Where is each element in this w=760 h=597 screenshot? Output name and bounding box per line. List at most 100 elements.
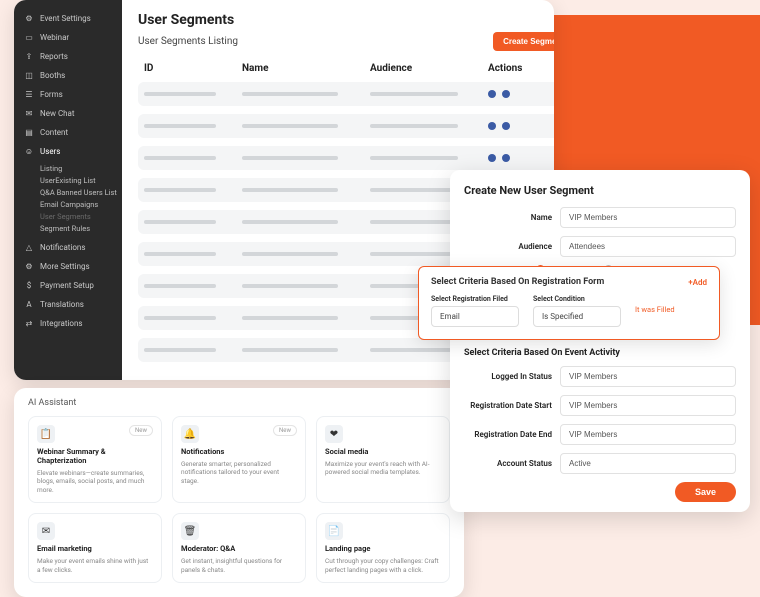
new-pill: New (129, 425, 153, 436)
activity-field[interactable] (560, 395, 736, 416)
sidebar-sub-banned[interactable]: Q&A Banned Users List (14, 188, 122, 197)
monitor-icon: ▭ (24, 33, 34, 43)
ai-card-icon: 📄 (325, 522, 343, 540)
ai-card[interactable]: 🗑Moderator: Q&AGet instant, insightful q… (172, 513, 306, 583)
activity-field[interactable] (560, 366, 736, 387)
skeleton (144, 348, 216, 352)
sidebar-sub-segment-rules[interactable]: Segment Rules (14, 224, 122, 233)
reg-cond-select[interactable]: Is Specified (533, 306, 621, 327)
col-id: ID (144, 63, 234, 74)
sidebar-item-label: Notifications (40, 243, 85, 252)
ai-card[interactable]: 🔔NewNotificationsGenerate smarter, perso… (172, 416, 306, 503)
bell-icon: △ (24, 243, 34, 253)
sidebar-item-translations[interactable]: ATranslations (14, 296, 122, 313)
activity-label: Registration Date Start (464, 401, 552, 410)
chart-icon: ⇪ (24, 52, 34, 62)
ai-card[interactable]: 📋NewWebinar Summary & ChapterizationElev… (28, 416, 162, 503)
page-subtitle: User Segments Listing (138, 36, 238, 47)
skeleton (242, 316, 338, 320)
settings2-icon: ⚙ (24, 262, 34, 272)
skeleton (144, 124, 216, 128)
reg-filled-note: It was Filled (635, 305, 675, 318)
ai-assistant-panel: AI Assistant 📋NewWebinar Summary & Chapt… (14, 388, 464, 597)
sidebar-sub-userexisting[interactable]: UserExisting List (14, 176, 122, 185)
save-button[interactable]: Save (675, 482, 736, 502)
skeleton (370, 156, 458, 160)
sidebar-item-label: Integrations (40, 319, 83, 328)
form-icon: ☰ (24, 90, 34, 100)
sidebar-sub-listing[interactable]: Listing (14, 164, 122, 173)
action-dot[interactable] (488, 122, 496, 130)
skeleton (144, 220, 216, 224)
reg-field-select[interactable]: Email (431, 306, 519, 327)
sidebar-item-content[interactable]: ▤Content (14, 124, 122, 141)
skeleton (242, 348, 338, 352)
skeleton (242, 188, 338, 192)
action-dot[interactable] (502, 90, 510, 98)
name-field[interactable] (560, 207, 736, 228)
sidebar-item-integrations[interactable]: ⇄ Integrations (14, 315, 122, 332)
table-row[interactable] (138, 146, 554, 170)
booth-icon: ◫ (24, 71, 34, 81)
sidebar-item-label: Event Settings (40, 14, 91, 23)
sidebar-item-notifications[interactable]: △ Notifications (14, 239, 122, 256)
create-segment-button[interactable]: Create Segment (493, 32, 554, 51)
sidebar-item-event-settings[interactable]: ⚙Event Settings (14, 10, 122, 27)
sidebar-item-more-settings[interactable]: ⚙More Settings (14, 258, 122, 275)
sidebar-item-label: Forms (40, 90, 63, 99)
payment-icon: $ (24, 281, 34, 291)
ai-card-title: Moderator: Q&A (181, 544, 297, 553)
name-label: Name (464, 213, 552, 222)
skeleton (144, 92, 216, 96)
sidebar-sub-email-campaigns[interactable]: Email Campaigns (14, 200, 122, 209)
ai-card[interactable]: 📄Landing pageCut through your copy chall… (316, 513, 450, 583)
ai-card[interactable]: ❤ Social media Maximize your event's reach… (316, 416, 450, 503)
audience-field[interactable] (560, 236, 736, 257)
ai-card-icon: ✉ (37, 522, 55, 540)
activity-label: Account Status (464, 459, 552, 468)
ai-card-icon: 🔔 (181, 425, 199, 443)
sidebar-item-booths[interactable]: ◫Booths (14, 67, 122, 84)
sidebar-item-label: Payment Setup (40, 281, 94, 290)
sidebar-item-reports[interactable]: ⇪ Reports (14, 48, 122, 65)
table-row[interactable] (138, 82, 554, 106)
page-title: User Segments (138, 12, 554, 28)
row-actions (488, 90, 554, 98)
sidebar-item-new-chat[interactable]: ✉New Chat (14, 105, 122, 122)
ai-card-icon: ❤ (325, 425, 343, 443)
skeleton (144, 284, 216, 288)
skeleton (370, 220, 458, 224)
ai-card-title: Email marketing (37, 544, 153, 553)
sidebar-item-label: Webinar (40, 33, 69, 42)
sidebar-item-webinar[interactable]: ▭ Webinar (14, 29, 122, 46)
sidebar-item-forms[interactable]: ☰ Forms (14, 86, 122, 103)
content-icon: ▤ (24, 128, 34, 138)
sidebar-item-payment[interactable]: $ Payment Setup (14, 277, 122, 294)
skeleton (242, 284, 338, 288)
col-actions: Actions (488, 63, 554, 74)
row-actions (488, 122, 554, 130)
action-dot[interactable] (488, 154, 496, 162)
ai-card-title: Social media (325, 447, 441, 456)
action-dot[interactable] (502, 122, 510, 130)
skeleton (370, 124, 458, 128)
activity-label: Logged In Status (464, 372, 552, 381)
action-dot[interactable] (488, 90, 496, 98)
skeleton (144, 188, 216, 192)
user-icon: ☺ (24, 147, 34, 157)
integrations-icon: ⇄ (24, 319, 34, 329)
activity-field[interactable] (560, 453, 736, 474)
col-name: Name (242, 63, 362, 74)
add-criteria-link[interactable]: +Add (688, 278, 707, 287)
table-row[interactable] (138, 114, 554, 138)
ai-card-desc: Maximize your event's reach with AI-powe… (325, 460, 441, 477)
sidebar-subgroup-users: Listing UserExisting List Q&A Banned Use… (14, 162, 122, 237)
sidebar-item-label: Reports (40, 52, 68, 61)
sidebar: ⚙Event Settings ▭Webinar ⇪Reports ◫Booth… (14, 0, 122, 380)
activity-field[interactable] (560, 424, 736, 445)
sidebar-item-users[interactable]: ☺Users (14, 143, 122, 160)
action-dot[interactable] (502, 154, 510, 162)
ai-card[interactable]: ✉Email marketingMake your event emails s… (28, 513, 162, 583)
ai-card-title: Landing page (325, 544, 441, 553)
sidebar-sub-user-segments[interactable]: User Segments (14, 212, 122, 221)
